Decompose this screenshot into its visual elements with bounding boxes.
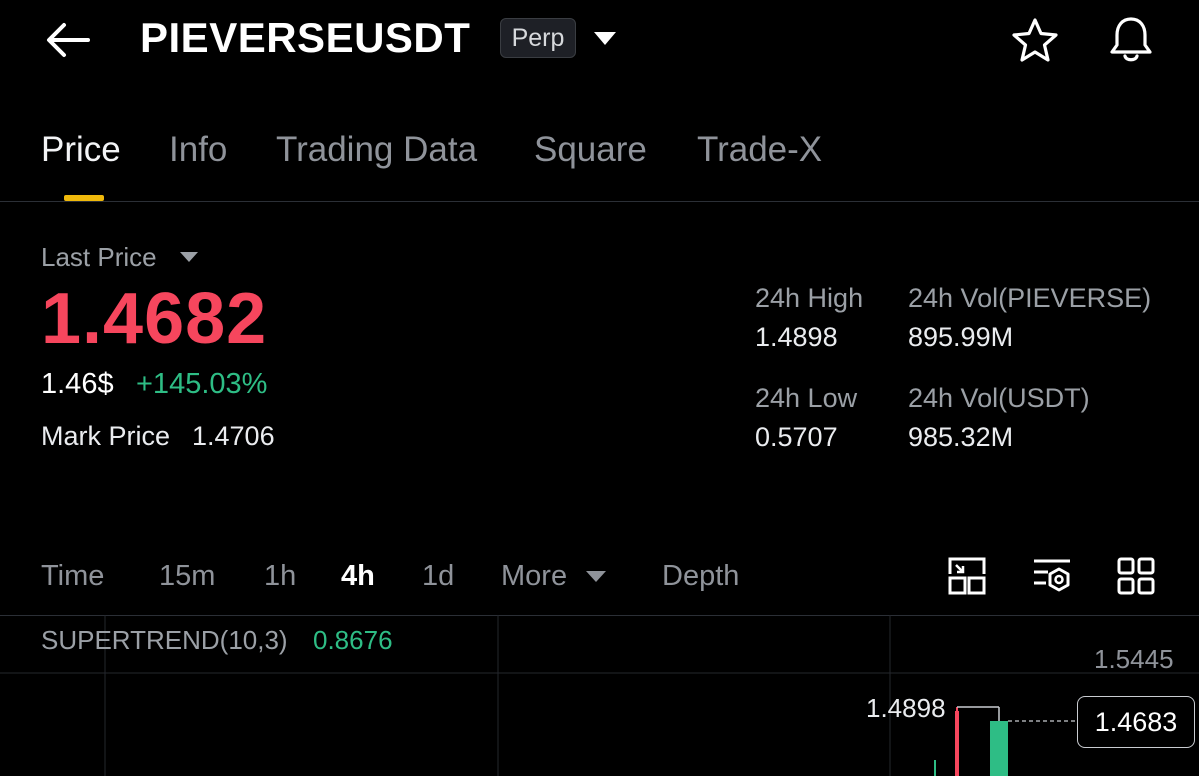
high-marker-label: 1.4898 xyxy=(866,693,946,723)
interval-15m[interactable]: 15m xyxy=(159,560,215,593)
high-24h-value: 1.4898 xyxy=(755,322,838,352)
perp-badge: Perp xyxy=(500,18,576,58)
last-price-label[interactable]: Last Price xyxy=(41,242,157,273)
tab-trading-data[interactable]: Trading Data xyxy=(276,130,477,170)
indicator-settings-icon[interactable] xyxy=(1032,556,1072,596)
last-price-value: 1.4682 xyxy=(41,279,268,359)
interval-depth[interactable]: Depth xyxy=(662,560,739,593)
candle-down xyxy=(955,711,959,776)
fullscreen-icon[interactable] xyxy=(947,556,987,596)
symbol-dropdown-icon[interactable] xyxy=(594,32,616,45)
high-24h-label: 24h High xyxy=(755,283,864,313)
interval-more[interactable]: More xyxy=(501,560,567,593)
tab-square[interactable]: Square xyxy=(534,130,647,170)
supertrend-label: SUPERTREND(10,3) xyxy=(41,625,288,655)
back-arrow-icon[interactable] xyxy=(44,20,92,60)
grid-layout-icon[interactable] xyxy=(1116,556,1156,596)
vol-quote-value: 985.32M xyxy=(908,422,1014,452)
price-axis-label: 1.5445 xyxy=(1094,644,1174,674)
candle-up xyxy=(990,721,1008,776)
supertrend-value: 0.8676 xyxy=(313,625,393,655)
price-change-percent: +145.03% xyxy=(136,368,268,400)
vol-base-label: 24h Vol(PIEVERSE) xyxy=(908,283,1152,313)
interval-time[interactable]: Time xyxy=(41,560,104,593)
tabs-divider xyxy=(0,201,1199,202)
low-24h-value: 0.5707 xyxy=(755,422,838,452)
bell-icon[interactable] xyxy=(1106,14,1156,64)
tab-info[interactable]: Info xyxy=(169,130,227,170)
tab-price[interactable]: Price xyxy=(41,130,121,170)
current-price-tag[interactable]: 1.4683 xyxy=(1077,696,1195,748)
star-icon[interactable] xyxy=(1010,16,1060,64)
last-price-dropdown-icon[interactable] xyxy=(180,252,198,262)
interval-4h[interactable]: 4h xyxy=(341,560,375,593)
more-dropdown-icon[interactable] xyxy=(586,571,606,582)
mark-price-value: 1.4706 xyxy=(192,421,275,451)
vol-quote-label: 24h Vol(USDT) xyxy=(908,383,1090,413)
interval-1h[interactable]: 1h xyxy=(264,560,296,593)
tab-trade-x[interactable]: Trade-X xyxy=(697,130,822,170)
usd-price: 1.46$ xyxy=(41,368,114,400)
vol-base-value: 895.99M xyxy=(908,322,1014,352)
interval-1d[interactable]: 1d xyxy=(422,560,454,593)
low-24h-label: 24h Low xyxy=(755,383,858,413)
mark-price-label: Mark Price xyxy=(41,421,171,451)
symbol-title[interactable]: PIEVERSEUSDT xyxy=(140,14,470,62)
